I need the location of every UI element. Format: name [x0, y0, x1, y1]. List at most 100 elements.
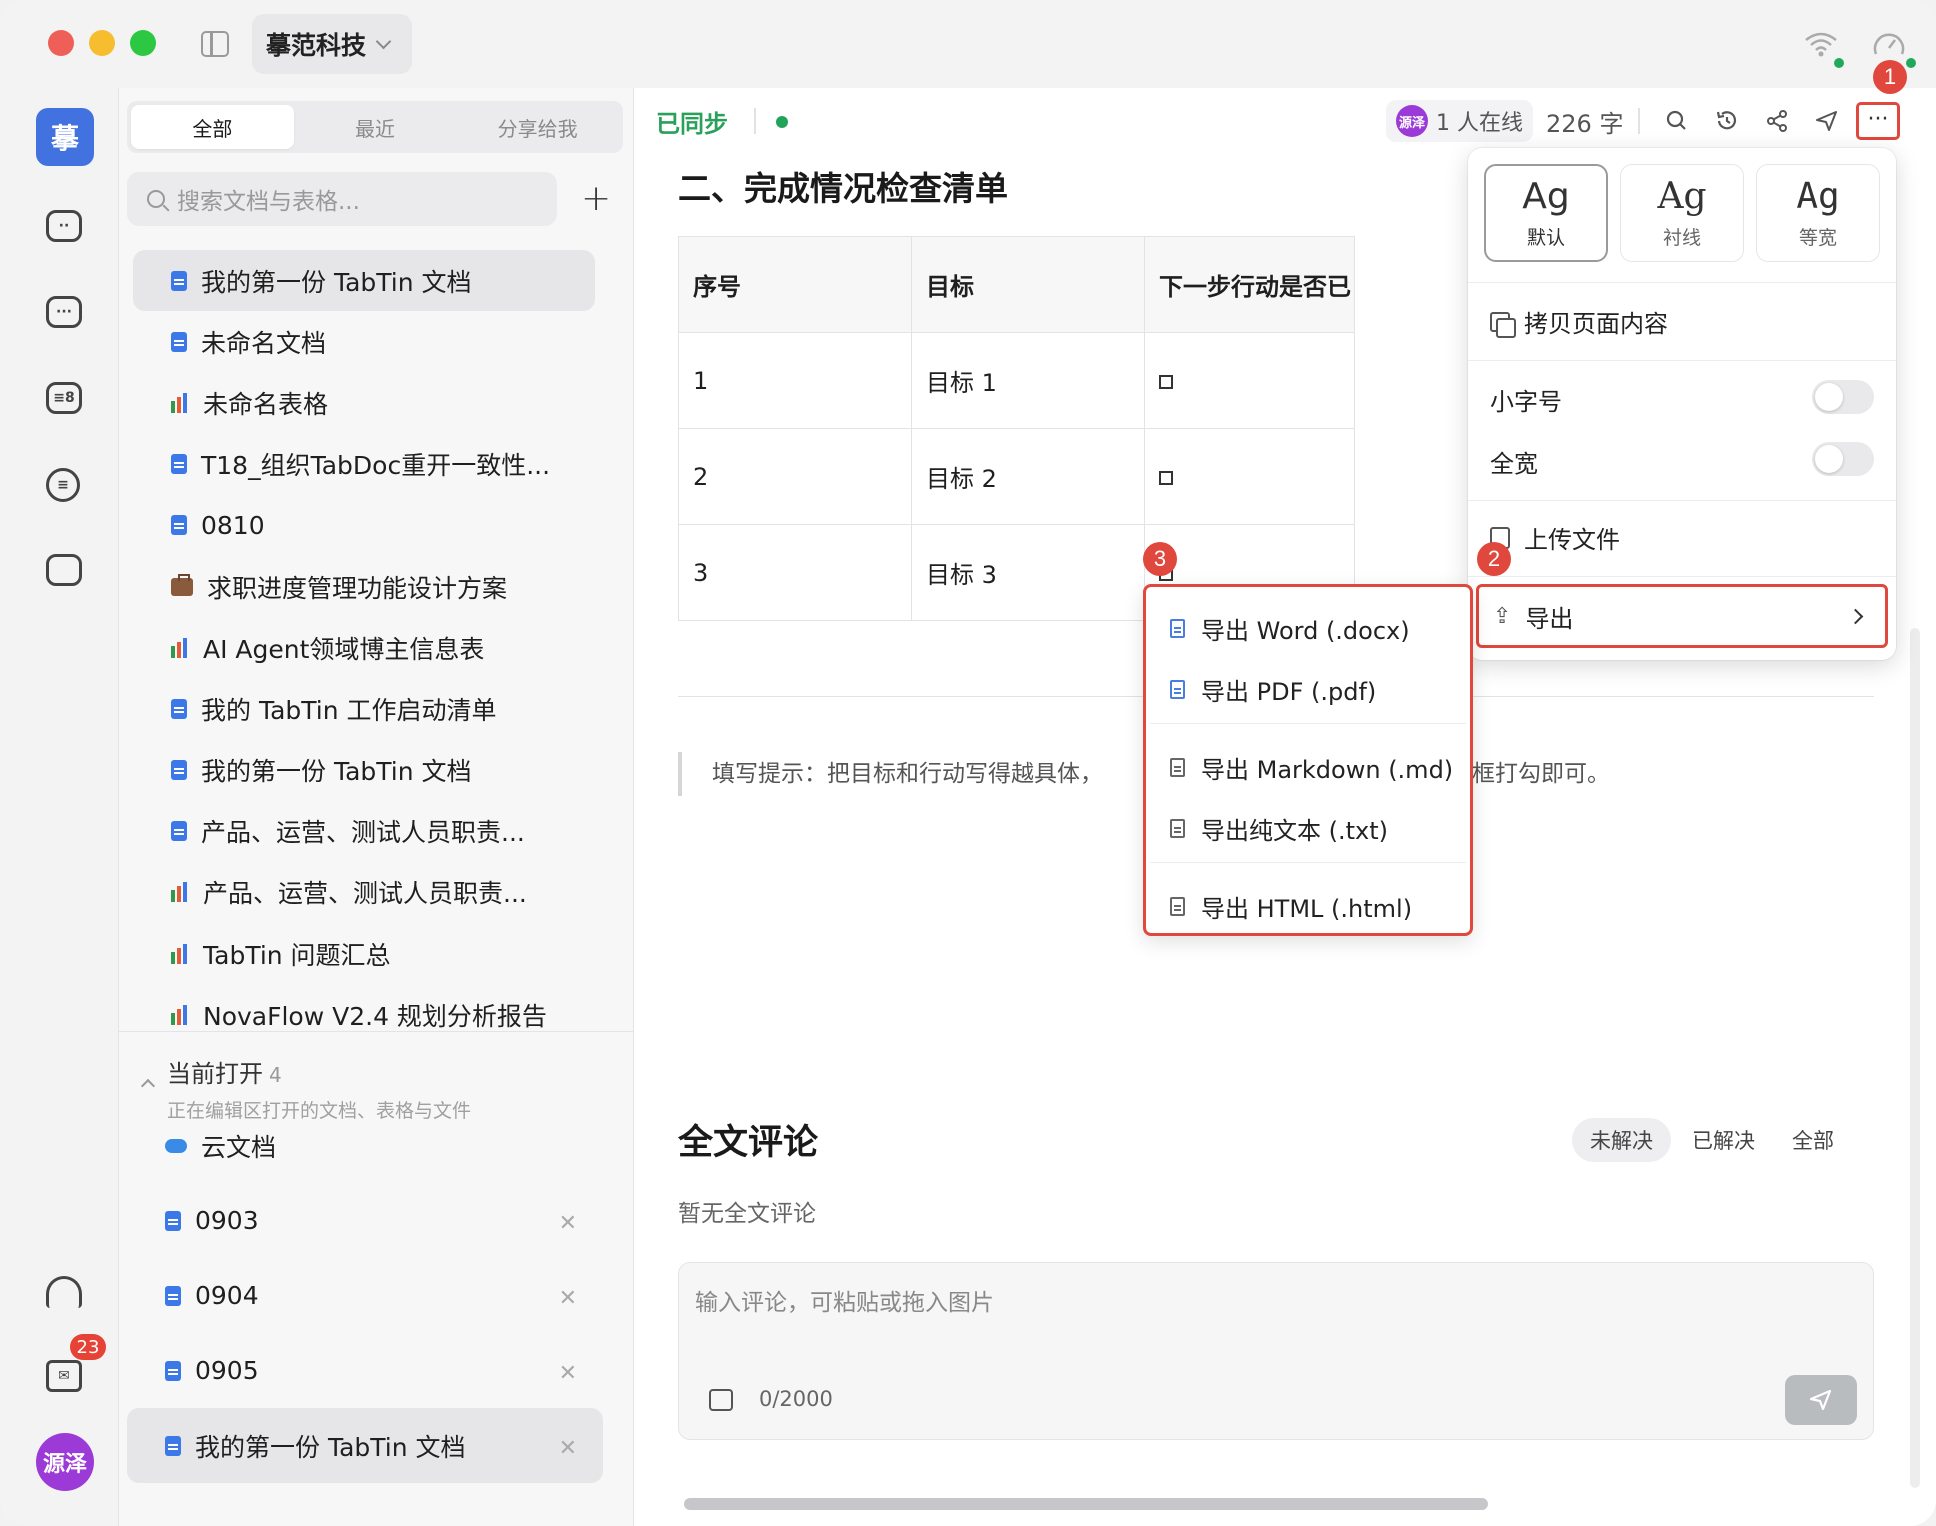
markdown-file-icon: [1170, 758, 1185, 777]
pdf-file-icon: [1170, 680, 1185, 699]
divider: [119, 1031, 635, 1032]
comment-input[interactable]: 输入评论，可粘贴或拖入图片 0/2000: [678, 1262, 1874, 1440]
doc-icon: [171, 698, 187, 719]
open-document-item[interactable]: 0905 ✕: [127, 1333, 603, 1408]
document-title: 我的第一份 TabTin 文档: [201, 267, 472, 297]
list-item[interactable]: TabTin 问题汇总: [133, 923, 595, 984]
checkbox[interactable]: [1159, 470, 1173, 485]
list-item[interactable]: NovaFlow V2.4 规划分析报告: [133, 984, 595, 1045]
sheet-icon: [171, 943, 189, 964]
export-markdown-label: 导出 Markdown (.md): [1201, 756, 1454, 784]
close-icon[interactable]: ✕: [559, 1286, 577, 1311]
list-item[interactable]: 产品、运营、测试人员职责...: [133, 862, 595, 923]
font-serif-option[interactable]: Ag 衬线: [1620, 164, 1744, 262]
export-item[interactable]: ⇪ 导出: [1476, 584, 1888, 648]
export-text-item[interactable]: 导出纯文本 (.txt): [1170, 811, 1388, 846]
mail-icon[interactable]: ✉: [46, 1360, 82, 1392]
vertical-scrollbar[interactable]: [1910, 628, 1920, 1488]
font-default-option[interactable]: Ag 默认: [1484, 164, 1608, 262]
folder-icon[interactable]: [46, 554, 82, 586]
table-cell[interactable]: 目标 1: [911, 332, 1145, 429]
font-label: 衬线: [1662, 227, 1701, 249]
list-item[interactable]: 未命名表格: [133, 372, 595, 433]
search-icon[interactable]: [1664, 108, 1690, 134]
filter-all[interactable]: 全部: [1774, 1118, 1852, 1162]
tab-recent[interactable]: 最近: [294, 105, 457, 149]
zoom-window-button[interactable]: [130, 30, 156, 56]
divider: [1468, 360, 1896, 361]
sidebar-toggle-icon[interactable]: [201, 31, 229, 57]
open-document-item[interactable]: 0903 ✕: [127, 1183, 603, 1258]
send-icon[interactable]: [1814, 108, 1840, 134]
minimize-window-button[interactable]: [89, 30, 115, 56]
open-document-item[interactable]: 我的第一份 TabTin 文档 ✕: [127, 1408, 603, 1483]
document-title: AI Agent领域博主信息表: [203, 634, 485, 664]
presence-indicator[interactable]: 源泽 1 人在线: [1386, 100, 1533, 142]
export-word-item[interactable]: 导出 Word (.docx): [1170, 611, 1410, 646]
table-cell[interactable]: 目标 3: [911, 524, 1145, 621]
sheet-icon: [171, 392, 189, 413]
document-title: 0903: [195, 1206, 259, 1235]
bot-icon[interactable]: ··: [46, 210, 82, 242]
tab-shared[interactable]: 分享给我: [456, 105, 619, 149]
chevron-down-icon: [375, 33, 392, 49]
search-input[interactable]: 搜索文档与表格...: [127, 172, 557, 226]
chat-icon[interactable]: ···: [46, 296, 82, 328]
close-icon[interactable]: ✕: [559, 1361, 577, 1386]
open-document-item[interactable]: 0904 ✕: [127, 1258, 603, 1333]
tab-all[interactable]: 全部: [131, 105, 294, 149]
divider: [1638, 108, 1640, 134]
copy-icon: [1490, 311, 1516, 338]
table-row: 2 目标 2: [678, 428, 1355, 525]
doc-icon: [165, 1210, 181, 1231]
add-document-button[interactable]: +: [581, 178, 611, 219]
table-cell[interactable]: 2: [678, 428, 912, 525]
list-item[interactable]: 我的 TabTin 工作启动清单: [133, 678, 595, 739]
list-item[interactable]: 0810: [133, 495, 595, 556]
step-marker-1: 1: [1873, 60, 1907, 94]
upload-file-item[interactable]: 上传文件: [1490, 520, 1620, 555]
list-item[interactable]: 未命名文档: [133, 311, 595, 372]
close-window-button[interactable]: [48, 30, 74, 56]
export-html-item[interactable]: 导出 HTML (.html): [1170, 889, 1412, 924]
list-item[interactable]: 求职进度管理功能设计方案: [133, 556, 595, 617]
briefcase-icon: [171, 573, 193, 596]
document-title: 云文档: [201, 1132, 277, 1162]
small-font-toggle[interactable]: [1812, 380, 1874, 414]
workspace-switcher[interactable]: 摹范科技: [252, 14, 412, 74]
table-cell[interactable]: 3: [678, 524, 912, 621]
app-logo[interactable]: 摹: [36, 108, 94, 166]
send-comment-button[interactable]: [1785, 1375, 1857, 1425]
image-upload-icon[interactable]: [709, 1389, 733, 1411]
document-list: 我的第一份 TabTin 文档 未命名文档 未命名表格 T18_组织TabDoc重开一…: [133, 250, 595, 1045]
history-icon[interactable]: [1714, 108, 1740, 134]
table-cell[interactable]: [1144, 332, 1355, 429]
table-cell[interactable]: [1144, 428, 1355, 525]
user-avatar[interactable]: 源泽: [36, 1433, 94, 1491]
full-width-toggle[interactable]: [1812, 442, 1874, 476]
collapse-caret-icon[interactable]: [140, 1078, 156, 1094]
list-item[interactable]: AI Agent领域博主信息表: [133, 617, 595, 678]
open-document-item[interactable]: 云文档: [127, 1108, 603, 1183]
headset-icon[interactable]: [46, 1276, 82, 1308]
table-cell[interactable]: 目标 2: [911, 428, 1145, 525]
share-icon[interactable]: [1764, 108, 1790, 134]
list-item[interactable]: 产品、运营、测试人员职责...: [133, 801, 595, 862]
horizontal-scrollbar[interactable]: [684, 1498, 1488, 1510]
list-item[interactable]: T18_组织TabDoc重开一致性...: [133, 434, 595, 495]
list-item[interactable]: 我的第一份 TabTin 文档: [133, 250, 595, 312]
export-pdf-item[interactable]: 导出 PDF (.pdf): [1170, 672, 1376, 707]
copy-page-item[interactable]: 拷贝页面内容: [1490, 304, 1668, 339]
list-icon[interactable]: ≡: [46, 468, 80, 502]
more-options-button[interactable]: ···: [1856, 102, 1900, 140]
table-cell[interactable]: 1: [678, 332, 912, 429]
export-markdown-item[interactable]: 导出 Markdown (.md): [1170, 750, 1453, 785]
close-icon[interactable]: ✕: [559, 1436, 577, 1461]
card-icon[interactable]: ≡8: [46, 382, 82, 414]
close-icon[interactable]: ✕: [559, 1211, 577, 1236]
filter-unresolved[interactable]: 未解决: [1572, 1118, 1671, 1162]
font-mono-option[interactable]: Ag 等宽: [1756, 164, 1880, 262]
checkbox[interactable]: [1159, 374, 1173, 389]
filter-resolved[interactable]: 已解决: [1674, 1118, 1773, 1162]
list-item[interactable]: 我的第一份 TabTin 文档: [133, 740, 595, 801]
